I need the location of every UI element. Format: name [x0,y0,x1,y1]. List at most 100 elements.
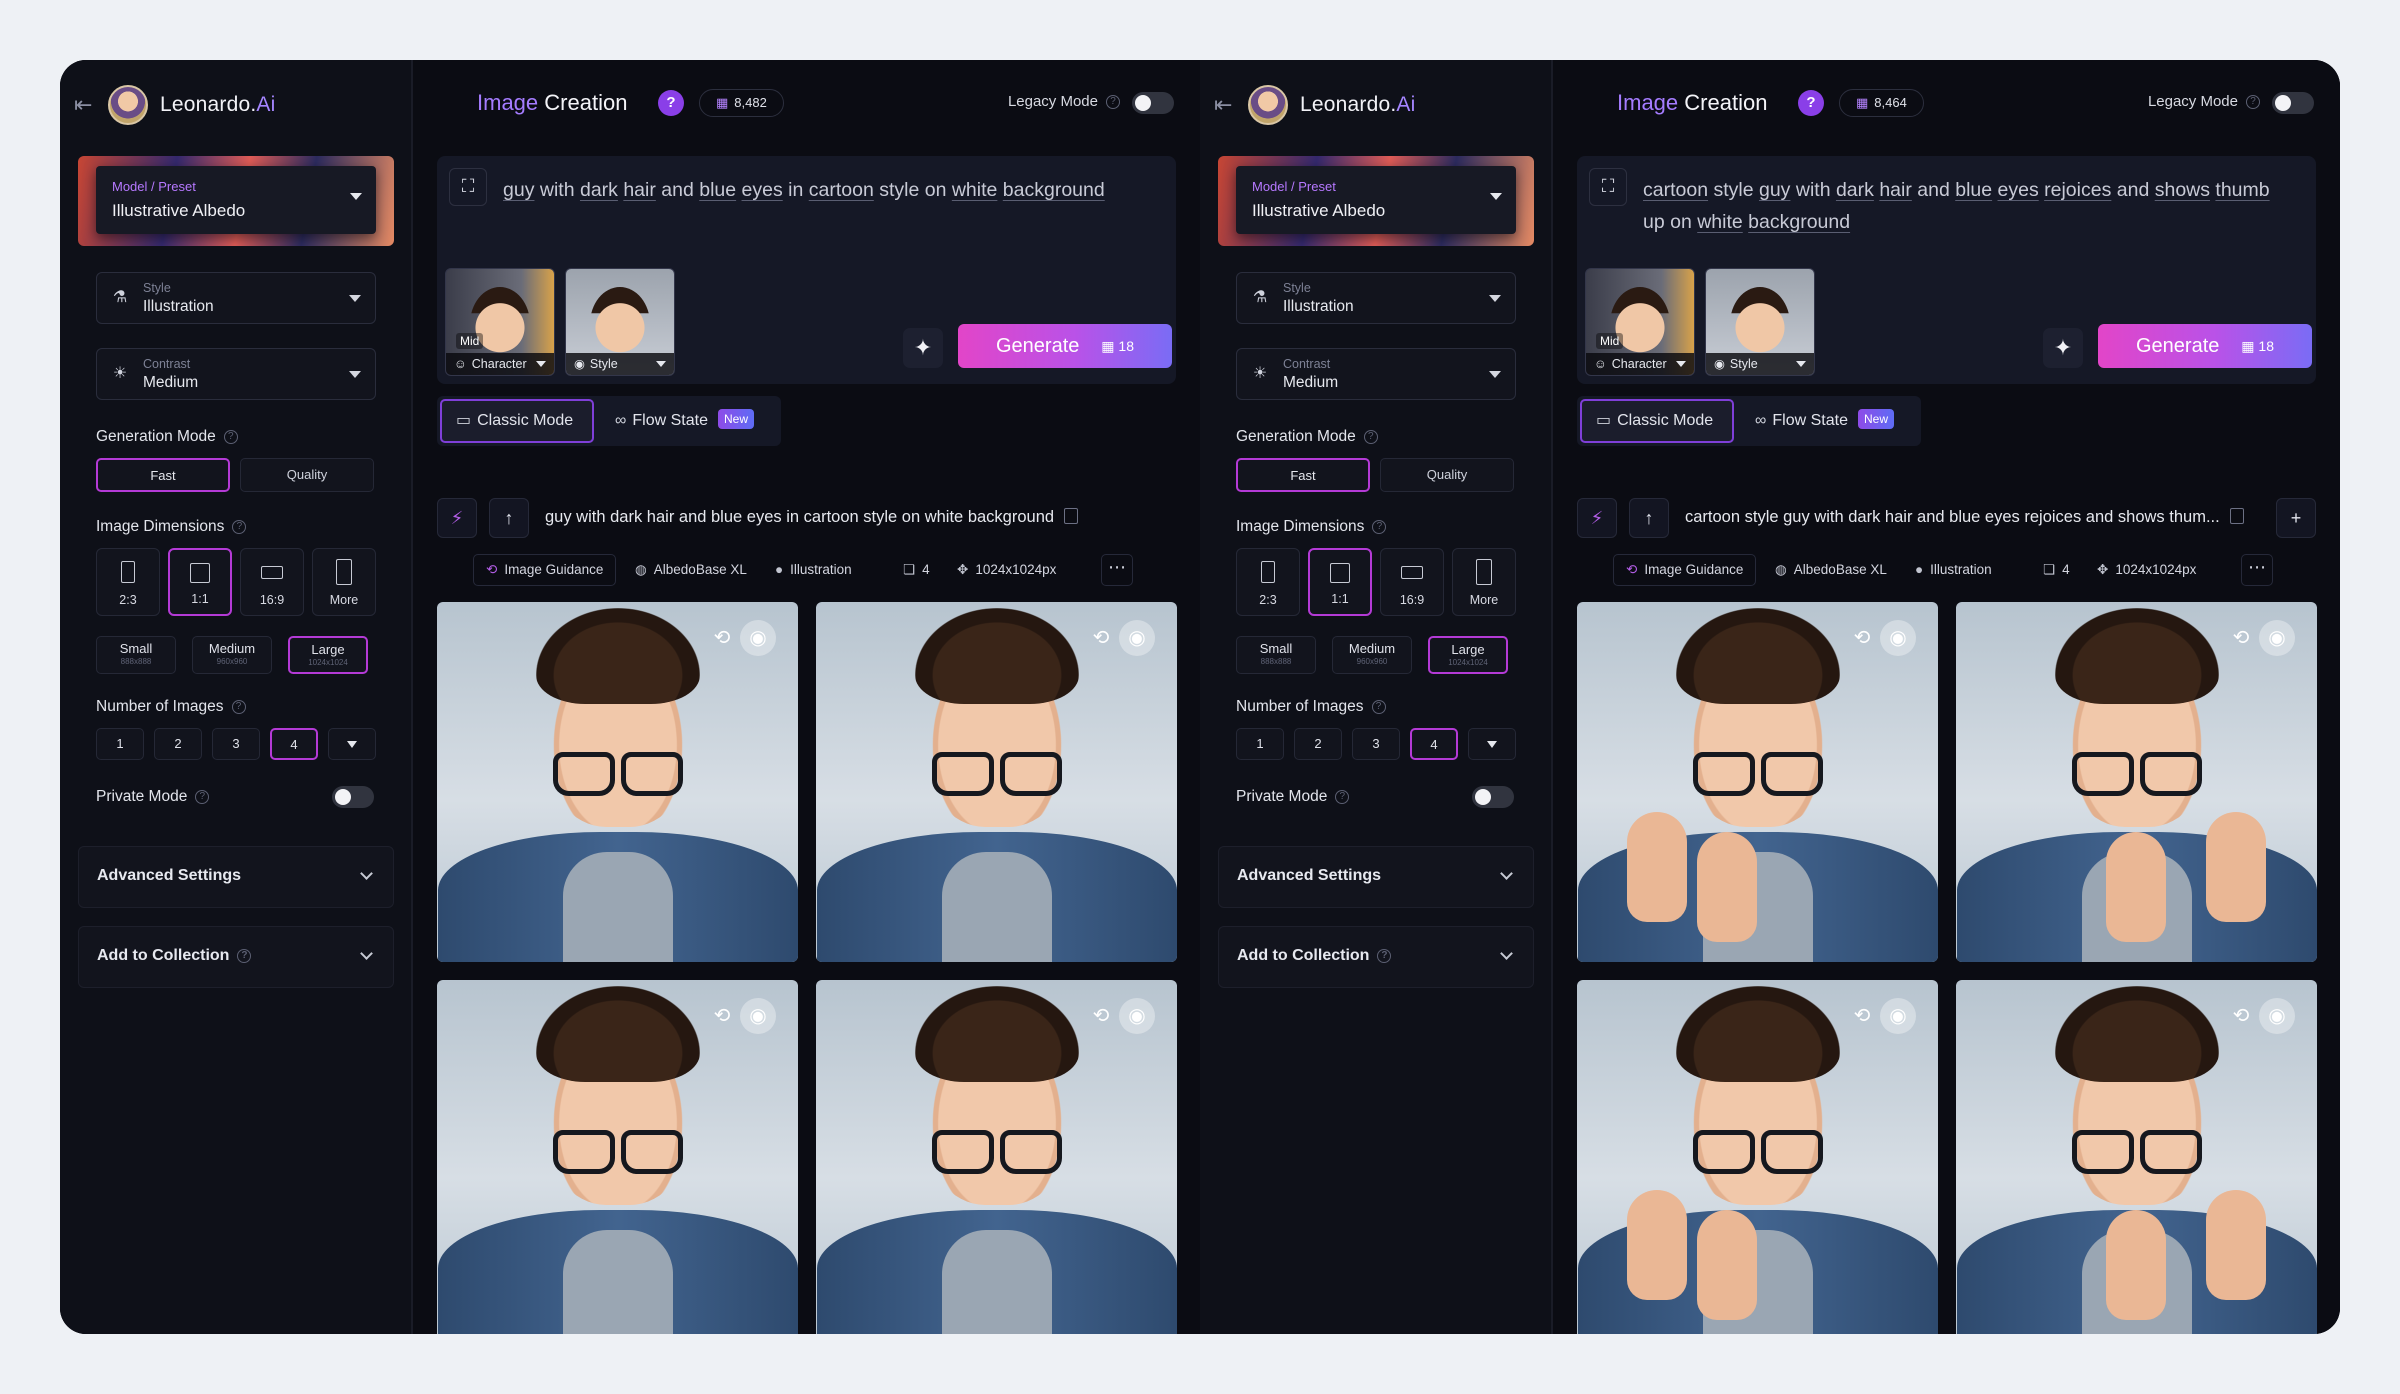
more-options-icon[interactable]: ⋯ [1101,554,1133,586]
image-guidance-chip[interactable]: ⟲ Image Guidance [473,554,617,586]
advanced-settings-section[interactable]: Advanced Settings [78,846,394,908]
private-mode-toggle[interactable] [332,786,374,808]
num-images-more-button[interactable] [328,728,376,760]
remix-icon[interactable]: ⟲ [1844,620,1880,656]
help-icon[interactable]: ? [223,429,238,444]
mode-quality-button[interactable]: Quality [240,458,374,492]
magic-wand-icon[interactable]: ⚡ [1577,498,1617,538]
help-icon[interactable]: ? [1377,948,1392,963]
eye-icon[interactable]: ◉ [2259,998,2295,1034]
eye-icon[interactable]: ◉ [1880,998,1916,1034]
eye-icon[interactable]: ◉ [2259,620,2295,656]
help-icon[interactable]: ? [237,948,252,963]
size-small-button[interactable]: Small 888x888 [1236,636,1316,674]
size-large-button[interactable]: Large 1024x1024 [1428,636,1508,674]
model-preset-card[interactable]: Model / Preset Illustrative Albedo [78,156,394,246]
ratio-more-button[interactable]: More [312,548,376,616]
arrow-up-icon[interactable]: ↑ [489,498,529,538]
help-badge[interactable]: ? [658,90,684,116]
legacy-mode-toggle[interactable] [1132,92,1174,114]
size-medium-button[interactable]: Medium 960x960 [1332,636,1412,674]
style-reference[interactable]: ◉ Style [1705,268,1815,376]
remix-icon[interactable]: ⟲ [2223,998,2259,1034]
style-reference[interactable]: ◉ Style [565,268,675,376]
generated-image[interactable]: ⟲ ◉ [1956,980,2317,1334]
model-preset-card[interactable]: Model / Preset Illustrative Albedo [1218,156,1534,246]
add-to-collection-section[interactable]: Add to Collection? [1218,926,1534,988]
style-tag[interactable]: ◉ Style [566,353,674,375]
ratio-more-button[interactable]: More [1452,548,1516,616]
generated-image[interactable]: ⟲ ◉ [1956,602,2317,962]
more-options-icon[interactable]: ⋯ [2241,554,2273,586]
generated-image[interactable]: ⟲ ◉ [1577,602,1938,962]
generated-image[interactable]: ⟲ ◉ [1577,980,1938,1334]
generated-image[interactable]: ⟲ ◉ [816,602,1177,962]
size-large-button[interactable]: Large 1024x1024 [288,636,368,674]
help-icon[interactable]: ? [1371,699,1386,714]
mode-fast-button[interactable]: Fast [96,458,230,492]
remix-icon[interactable]: ⟲ [2223,620,2259,656]
prompt-input[interactable]: cartoon style guy with dark hair and blu… [1643,174,2283,238]
eye-icon[interactable]: ◉ [1880,620,1916,656]
eye-icon[interactable]: ◉ [1119,998,1155,1034]
token-balance[interactable]: ▦ 8,464 [1839,89,1924,117]
advanced-settings-section[interactable]: Advanced Settings [1218,846,1534,908]
help-icon[interactable]: ? [1106,95,1120,110]
generated-image[interactable]: ⟲ ◉ [437,980,798,1334]
num-images-3-button[interactable]: 3 [212,728,260,760]
help-icon[interactable]: ? [1363,429,1378,444]
plus-icon[interactable]: + [2276,498,2316,538]
help-icon[interactable]: ? [231,699,246,714]
ratio-2-3-button[interactable]: 2:3 [1236,548,1300,616]
num-images-4-button[interactable]: 4 [270,728,318,760]
back-arrow-icon[interactable]: ⇤ [1214,94,1236,116]
num-images-more-button[interactable] [1468,728,1516,760]
generate-button[interactable]: Generate ▦ 18 [958,324,1172,368]
contrast-dropdown[interactable]: ☀ Contrast Medium [1236,348,1516,400]
prompt-input[interactable]: guy with dark hair and blue eyes in cart… [503,174,1143,206]
help-icon[interactable]: ? [232,519,247,534]
character-tag[interactable]: ☺ Character [446,353,554,375]
remix-icon[interactable]: ⟲ [1844,998,1880,1034]
private-mode-toggle[interactable] [1472,786,1514,808]
remix-icon[interactable]: ⟲ [704,998,740,1034]
remix-icon[interactable]: ⟲ [1083,620,1119,656]
num-images-2-button[interactable]: 2 [1294,728,1342,760]
size-small-button[interactable]: Small 888x888 [96,636,176,674]
help-icon[interactable]: ? [1335,789,1350,804]
character-reference[interactable]: Mid ☺ Character [445,268,555,376]
ratio-1-1-button[interactable]: 1:1 [1308,548,1372,616]
remix-icon[interactable]: ⟲ [704,620,740,656]
tab-flow-state[interactable]: ∞ Flow State New [599,399,755,443]
ratio-2-3-button[interactable]: 2:3 [96,548,160,616]
help-badge[interactable]: ? [1798,90,1824,116]
help-icon[interactable]: ? [2246,95,2260,110]
style-dropdown[interactable]: ⚗ Style Illustration [1236,272,1516,324]
num-images-1-button[interactable]: 1 [96,728,144,760]
token-balance[interactable]: ▦ 8,482 [699,89,784,117]
generate-button[interactable]: Generate ▦ 18 [2098,324,2312,368]
mode-quality-button[interactable]: Quality [1380,458,1514,492]
prompt-enhance-sparkle-icon[interactable]: ✦ [903,328,943,368]
eye-icon[interactable]: ◉ [1119,620,1155,656]
ratio-1-1-button[interactable]: 1:1 [168,548,232,616]
eye-icon[interactable]: ◉ [740,998,776,1034]
num-images-3-button[interactable]: 3 [1352,728,1400,760]
prompt-enhance-sparkle-icon[interactable]: ✦ [2043,328,2083,368]
generated-image[interactable]: ⟲ ◉ [816,980,1177,1334]
size-medium-button[interactable]: Medium 960x960 [192,636,272,674]
copy-icon[interactable] [1064,508,1079,524]
style-tag[interactable]: ◉ Style [1706,353,1814,375]
tab-classic-mode[interactable]: ▭ Classic Mode [1580,399,1734,443]
tab-classic-mode[interactable]: ▭ Classic Mode [440,399,594,443]
copy-icon[interactable] [2229,508,2244,524]
generated-image[interactable]: ⟲ ◉ [437,602,798,962]
style-dropdown[interactable]: ⚗ Style Illustration [96,272,376,324]
mode-fast-button[interactable]: Fast [1236,458,1370,492]
contrast-dropdown[interactable]: ☀ Contrast Medium [96,348,376,400]
help-icon[interactable]: ? [1372,519,1387,534]
image-guidance-chip[interactable]: ⟲ Image Guidance [1613,554,1757,586]
eye-icon[interactable]: ◉ [740,620,776,656]
tab-flow-state[interactable]: ∞ Flow State New [1739,399,1895,443]
magic-wand-icon[interactable]: ⚡ [437,498,477,538]
